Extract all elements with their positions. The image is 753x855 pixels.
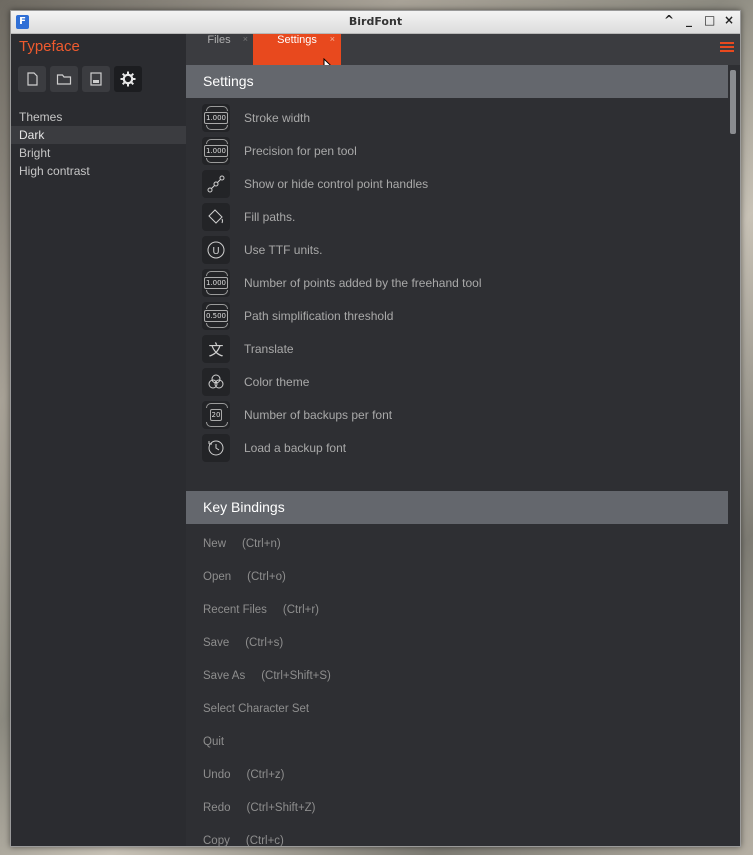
ttf-units-icon[interactable]: U: [202, 236, 230, 264]
setting-color-theme[interactable]: Color theme: [202, 368, 309, 396]
sidebar: Typeface Themes Dark Bright High contras…: [11, 34, 186, 846]
tab-settings-close-icon[interactable]: ×: [330, 34, 335, 44]
vertical-scrollbar[interactable]: [730, 67, 736, 846]
setting-pen-precision[interactable]: 1.000 Precision for pen tool: [202, 137, 357, 165]
theme-item-dark[interactable]: Dark: [11, 126, 186, 144]
setting-label: Load a backup font: [244, 441, 347, 455]
fill-paths-icon[interactable]: [202, 203, 230, 231]
app-window: F BirdFont ^ _ □ × Typeface Themes Dark …: [10, 10, 741, 847]
setting-load-backup[interactable]: Load a backup font: [202, 434, 346, 462]
new-file-icon: [27, 72, 38, 86]
hamburger-menu-icon[interactable]: [720, 42, 734, 54]
backup-clock-icon[interactable]: [202, 434, 230, 462]
main-panel: Files × Settings × Settings 1.000 Stroke…: [186, 34, 740, 846]
svg-text:U: U: [212, 246, 219, 257]
number-stepper-icon[interactable]: 0.500: [202, 302, 230, 330]
maximize-button[interactable]: □: [704, 13, 715, 27]
key-binding-row[interactable]: Redo (Ctrl+Shift+Z): [203, 802, 316, 814]
key-binding-row[interactable]: Save (Ctrl+s): [203, 637, 283, 649]
setting-fill-paths[interactable]: Fill paths.: [202, 203, 295, 231]
tab-settings-label: Settings: [277, 34, 317, 46]
close-window-button[interactable]: ×: [724, 13, 734, 27]
window-title: BirdFont: [348, 15, 403, 28]
key-binding-row[interactable]: Copy (Ctrl+c): [203, 835, 284, 846]
themes-heading: Themes: [19, 110, 63, 124]
setting-label: Show or hide control point handles: [244, 177, 429, 191]
sidebar-brand-title: Typeface: [19, 38, 80, 55]
tab-files-label: Files: [207, 34, 231, 46]
setting-freehand-points[interactable]: 1.000 Number of points added by the free…: [202, 269, 482, 297]
new-file-button[interactable]: [18, 66, 46, 92]
key-bindings-section-heading: Key Bindings: [186, 491, 728, 524]
scrollbar-thumb[interactable]: [730, 70, 736, 134]
setting-control-handles[interactable]: Show or hide control point handles: [202, 170, 428, 198]
maximize-up-button[interactable]: ^: [664, 13, 674, 27]
theme-item-high-contrast[interactable]: High contrast: [11, 162, 186, 180]
key-binding-row[interactable]: Undo (Ctrl+z): [203, 769, 285, 781]
number-stepper-icon[interactable]: 1.000: [202, 269, 230, 297]
setting-backups-per-font[interactable]: 20 Number of backups per font: [202, 401, 392, 429]
setting-label: Fill paths.: [244, 210, 296, 224]
translate-icon[interactable]: 文: [202, 335, 230, 363]
minimize-button[interactable]: _: [684, 13, 694, 27]
folder-icon: [56, 74, 72, 85]
setting-label: Number of backups per font: [244, 408, 393, 422]
setting-stroke-width[interactable]: 1.000 Stroke width: [202, 104, 310, 132]
setting-label: Use TTF units.: [244, 243, 323, 257]
open-folder-button[interactable]: [50, 66, 78, 92]
tab-bar: Files × Settings ×: [186, 34, 740, 65]
settings-section-heading: Settings: [186, 65, 728, 98]
number-stepper-icon[interactable]: 1.000: [202, 104, 230, 132]
window-controls: ^ _ □ ×: [664, 13, 734, 27]
key-binding-row[interactable]: Recent Files (Ctrl+r): [203, 604, 319, 616]
key-binding-row[interactable]: Select Character Set: [203, 703, 325, 715]
key-binding-row[interactable]: Save As (Ctrl+Shift+S): [203, 670, 331, 682]
title-bar[interactable]: F BirdFont ^ _ □ ×: [11, 11, 740, 34]
setting-translate[interactable]: 文 Translate: [202, 335, 294, 363]
save-icon: [90, 72, 102, 86]
setting-label: Path simplification threshold: [244, 309, 394, 323]
color-theme-icon[interactable]: [202, 368, 230, 396]
save-button[interactable]: [82, 66, 110, 92]
setting-label: Precision for pen tool: [244, 144, 357, 158]
setting-label: Number of points added by the freehand t…: [244, 276, 482, 290]
setting-label: Translate: [244, 342, 294, 356]
control-handles-icon[interactable]: [202, 170, 230, 198]
key-binding-row[interactable]: Quit: [203, 736, 240, 748]
setting-ttf-units[interactable]: U Use TTF units.: [202, 236, 322, 264]
key-binding-row[interactable]: Open (Ctrl+o): [203, 571, 286, 583]
setting-label: Stroke width: [244, 111, 311, 125]
tab-files[interactable]: Files ×: [186, 34, 252, 65]
themes-list: Themes Dark Bright High contrast: [11, 108, 186, 180]
sidebar-toolbar: [18, 66, 142, 92]
setting-simplification-threshold[interactable]: 0.500 Path simplification threshold: [202, 302, 393, 330]
theme-item-bright[interactable]: Bright: [11, 144, 186, 162]
number-stepper-icon[interactable]: 20: [202, 401, 230, 429]
settings-button[interactable]: [114, 66, 142, 92]
number-stepper-icon[interactable]: 1.000: [202, 137, 230, 165]
setting-label: Color theme: [244, 375, 310, 389]
gear-icon: [120, 71, 136, 87]
tab-files-close-icon[interactable]: ×: [243, 34, 248, 44]
key-binding-row[interactable]: New (Ctrl+n): [203, 538, 281, 550]
